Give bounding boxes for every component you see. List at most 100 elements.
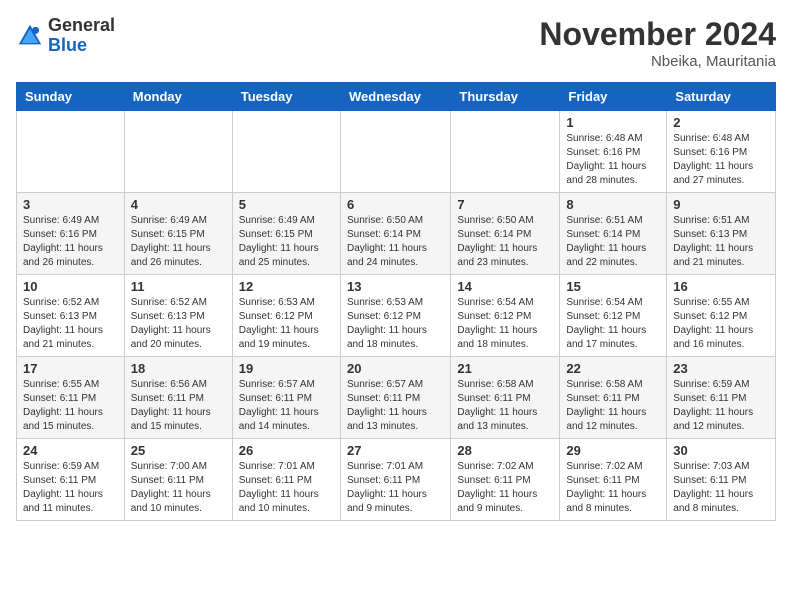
calendar-cell: 25Sunrise: 7:00 AM Sunset: 6:11 PM Dayli… <box>124 439 232 521</box>
day-header-saturday: Saturday <box>667 83 776 111</box>
day-number: 12 <box>239 279 334 294</box>
day-number: 14 <box>457 279 553 294</box>
day-info: Sunrise: 6:53 AM Sunset: 6:12 PM Dayligh… <box>239 296 334 352</box>
day-number: 29 <box>566 443 660 458</box>
day-header-thursday: Thursday <box>451 83 560 111</box>
logo-blue-text: Blue <box>48 36 115 56</box>
day-info: Sunrise: 6:51 AM Sunset: 6:14 PM Dayligh… <box>566 214 660 270</box>
location: Nbeika, Mauritania <box>539 53 776 70</box>
calendar-cell: 23Sunrise: 6:59 AM Sunset: 6:11 PM Dayli… <box>667 357 776 439</box>
calendar-cell <box>232 111 340 193</box>
logo: General Blue <box>16 16 115 56</box>
day-info: Sunrise: 6:48 AM Sunset: 6:16 PM Dayligh… <box>566 132 660 188</box>
day-number: 10 <box>23 279 118 294</box>
calendar-table: SundayMondayTuesdayWednesdayThursdayFrid… <box>16 82 776 521</box>
day-info: Sunrise: 6:52 AM Sunset: 6:13 PM Dayligh… <box>131 296 226 352</box>
calendar-week-1: 1 Sunrise: 6:48 AM Sunset: 6:16 PM Daylig… <box>17 111 776 193</box>
page-header: General Blue November 2024 Nbeika, Mauri… <box>16 16 776 70</box>
day-header-monday: Monday <box>124 83 232 111</box>
calendar-cell: 12 Sunrise: 6:53 AM Sunset: 6:12 PM Dayli… <box>232 275 340 357</box>
calendar-header-row: SundayMondayTuesdayWednesdayThursdayFrid… <box>17 83 776 111</box>
day-number: 4 <box>131 197 226 212</box>
day-number: 21 <box>457 361 553 376</box>
calendar-cell: 18Sunrise: 6:56 AM Sunset: 6:11 PM Dayli… <box>124 357 232 439</box>
day-number: 5 <box>239 197 334 212</box>
calendar-week-5: 24Sunrise: 6:59 AM Sunset: 6:11 PM Dayli… <box>17 439 776 521</box>
day-info: Sunrise: 6:57 AM Sunset: 6:11 PM Dayligh… <box>239 378 334 434</box>
calendar-cell <box>451 111 560 193</box>
day-info: Sunrise: 7:02 AM Sunset: 6:11 PM Dayligh… <box>566 460 660 516</box>
calendar-week-4: 17 Sunrise: 6:55 AM Sunset: 6:11 PM Dayli… <box>17 357 776 439</box>
calendar-cell: 1 Sunrise: 6:48 AM Sunset: 6:16 PM Daylig… <box>560 111 667 193</box>
day-info: Sunrise: 6:49 AM Sunset: 6:15 PM Dayligh… <box>131 214 226 270</box>
calendar-cell <box>340 111 450 193</box>
day-info: Sunrise: 6:55 AM Sunset: 6:12 PM Dayligh… <box>673 296 769 352</box>
calendar-cell: 24Sunrise: 6:59 AM Sunset: 6:11 PM Dayli… <box>17 439 125 521</box>
day-info: Sunrise: 7:02 AM Sunset: 6:11 PM Dayligh… <box>457 460 553 516</box>
calendar-cell: 11 Sunrise: 6:52 AM Sunset: 6:13 PM Dayli… <box>124 275 232 357</box>
calendar-week-3: 10 Sunrise: 6:52 AM Sunset: 6:13 PM Dayli… <box>17 275 776 357</box>
logo-icon <box>16 22 44 50</box>
day-header-friday: Friday <box>560 83 667 111</box>
calendar-cell: 13 Sunrise: 6:53 AM Sunset: 6:12 PM Dayli… <box>340 275 450 357</box>
calendar-cell: 17 Sunrise: 6:55 AM Sunset: 6:11 PM Dayli… <box>17 357 125 439</box>
calendar-cell: 21 Sunrise: 6:58 AM Sunset: 6:11 PM Dayli… <box>451 357 560 439</box>
logo-general-text: General <box>48 16 115 36</box>
calendar-cell: 22Sunrise: 6:58 AM Sunset: 6:11 PM Dayli… <box>560 357 667 439</box>
day-number: 26 <box>239 443 334 458</box>
day-header-wednesday: Wednesday <box>340 83 450 111</box>
day-info: Sunrise: 6:51 AM Sunset: 6:13 PM Dayligh… <box>673 214 769 270</box>
day-info: Sunrise: 6:58 AM Sunset: 6:11 PM Dayligh… <box>457 378 553 434</box>
title-area: November 2024 Nbeika, Mauritania <box>539 16 776 70</box>
day-number: 17 <box>23 361 118 376</box>
calendar-week-2: 3 Sunrise: 6:49 AM Sunset: 6:16 PM Daylig… <box>17 193 776 275</box>
day-info: Sunrise: 6:49 AM Sunset: 6:15 PM Dayligh… <box>239 214 334 270</box>
day-number: 8 <box>566 197 660 212</box>
day-header-sunday: Sunday <box>17 83 125 111</box>
calendar-cell: 5 Sunrise: 6:49 AM Sunset: 6:15 PM Daylig… <box>232 193 340 275</box>
day-number: 3 <box>23 197 118 212</box>
day-info: Sunrise: 6:52 AM Sunset: 6:13 PM Dayligh… <box>23 296 118 352</box>
day-number: 1 <box>566 115 660 130</box>
calendar-cell: 8 Sunrise: 6:51 AM Sunset: 6:14 PM Daylig… <box>560 193 667 275</box>
day-info: Sunrise: 6:50 AM Sunset: 6:14 PM Dayligh… <box>347 214 444 270</box>
day-info: Sunrise: 6:54 AM Sunset: 6:12 PM Dayligh… <box>457 296 553 352</box>
calendar-cell: 16 Sunrise: 6:55 AM Sunset: 6:12 PM Dayli… <box>667 275 776 357</box>
calendar-cell: 15 Sunrise: 6:54 AM Sunset: 6:12 PM Dayli… <box>560 275 667 357</box>
day-info: Sunrise: 6:48 AM Sunset: 6:16 PM Dayligh… <box>673 132 769 188</box>
calendar-cell: 20 Sunrise: 6:57 AM Sunset: 6:11 PM Dayli… <box>340 357 450 439</box>
calendar-cell: 28 Sunrise: 7:02 AM Sunset: 6:11 PM Dayli… <box>451 439 560 521</box>
day-info: Sunrise: 6:49 AM Sunset: 6:16 PM Dayligh… <box>23 214 118 270</box>
day-info: Sunrise: 6:56 AM Sunset: 6:11 PM Dayligh… <box>131 378 226 434</box>
day-number: 16 <box>673 279 769 294</box>
day-number: 11 <box>131 279 226 294</box>
day-number: 13 <box>347 279 444 294</box>
calendar-cell: 19 Sunrise: 6:57 AM Sunset: 6:11 PM Dayli… <box>232 357 340 439</box>
day-number: 9 <box>673 197 769 212</box>
calendar-cell: 6 Sunrise: 6:50 AM Sunset: 6:14 PM Daylig… <box>340 193 450 275</box>
day-info: Sunrise: 6:59 AM Sunset: 6:11 PM Dayligh… <box>673 378 769 434</box>
day-number: 6 <box>347 197 444 212</box>
calendar-cell: 9 Sunrise: 6:51 AM Sunset: 6:13 PM Daylig… <box>667 193 776 275</box>
day-number: 28 <box>457 443 553 458</box>
day-info: Sunrise: 7:01 AM Sunset: 6:11 PM Dayligh… <box>347 460 444 516</box>
day-number: 22 <box>566 361 660 376</box>
day-info: Sunrise: 6:54 AM Sunset: 6:12 PM Dayligh… <box>566 296 660 352</box>
day-header-tuesday: Tuesday <box>232 83 340 111</box>
calendar-cell: 30Sunrise: 7:03 AM Sunset: 6:11 PM Dayli… <box>667 439 776 521</box>
day-number: 19 <box>239 361 334 376</box>
day-number: 20 <box>347 361 444 376</box>
day-info: Sunrise: 6:50 AM Sunset: 6:14 PM Dayligh… <box>457 214 553 270</box>
day-info: Sunrise: 6:57 AM Sunset: 6:11 PM Dayligh… <box>347 378 444 434</box>
day-info: Sunrise: 6:53 AM Sunset: 6:12 PM Dayligh… <box>347 296 444 352</box>
calendar-cell <box>124 111 232 193</box>
day-number: 7 <box>457 197 553 212</box>
day-info: Sunrise: 6:55 AM Sunset: 6:11 PM Dayligh… <box>23 378 118 434</box>
calendar-cell: 27Sunrise: 7:01 AM Sunset: 6:11 PM Dayli… <box>340 439 450 521</box>
day-number: 2 <box>673 115 769 130</box>
day-number: 15 <box>566 279 660 294</box>
calendar-cell: 2 Sunrise: 6:48 AM Sunset: 6:16 PM Daylig… <box>667 111 776 193</box>
calendar-cell: 4 Sunrise: 6:49 AM Sunset: 6:15 PM Daylig… <box>124 193 232 275</box>
day-number: 25 <box>131 443 226 458</box>
calendar-cell: 14 Sunrise: 6:54 AM Sunset: 6:12 PM Dayli… <box>451 275 560 357</box>
